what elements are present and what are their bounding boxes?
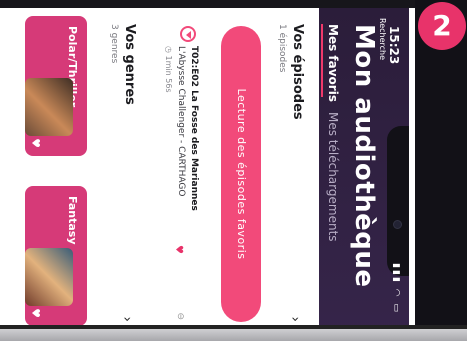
step-number-badge: 2 <box>418 2 466 50</box>
status-time: 15:23 <box>387 26 401 65</box>
play-icon[interactable] <box>180 26 196 42</box>
episode-subtitle: L'Abysse Challenger - CARTHAGO <box>176 46 186 197</box>
chevron-right-icon[interactable]: › <box>287 316 303 322</box>
heart-icon[interactable]: ♥ <box>29 308 42 318</box>
episodes-section-title: Vos épisodes <box>290 24 305 120</box>
play-favorite-episodes-button[interactable]: Lecture des épisodes favoris <box>221 26 261 322</box>
stage: 15:23 Recherche ▮▮▮ ◠ ▭ Mon audiothèque … <box>0 0 467 341</box>
download-icon[interactable]: ⊖ <box>175 312 185 320</box>
episode-title[interactable]: T02:E02 La Fosse des Mariannes <box>189 46 199 211</box>
camera-icon <box>393 220 402 229</box>
genre-card-fantasy[interactable]: Fantasy ♥ <box>25 186 87 326</box>
episodes-count: 1 épisodes <box>277 24 287 73</box>
tab-downloads[interactable]: Mes téléchargements <box>326 112 340 242</box>
phone-screen: 15:23 Recherche ▮▮▮ ◠ ▭ Mon audiothèque … <box>0 8 409 341</box>
chevron-right-icon[interactable]: › <box>119 316 135 322</box>
clock-icon: ◷ <box>164 46 173 56</box>
back-to-search-link[interactable]: Recherche <box>378 18 387 60</box>
genres-section-title: Vos genres <box>122 24 137 105</box>
heart-icon[interactable]: ♥ <box>29 138 42 148</box>
notch <box>387 126 409 276</box>
genre-artwork <box>25 78 73 136</box>
episode-duration: ◷ 1min 56s <box>164 46 173 93</box>
phone-frame-top <box>0 0 467 8</box>
active-tab-indicator <box>321 24 323 97</box>
genre-artwork <box>25 248 73 306</box>
status-icons: ▮▮▮ ◠ ▭ <box>391 263 401 314</box>
phone-frame-right <box>415 0 467 341</box>
phone-frame-bottom <box>0 329 467 341</box>
tab-favorites[interactable]: Mes favoris <box>326 24 340 102</box>
genres-count: 3 genres <box>109 24 119 64</box>
page-title: Mon audiothèque <box>349 24 379 288</box>
header: 15:23 Recherche ▮▮▮ ◠ ▭ Mon audiothèque … <box>319 8 409 341</box>
episode-duration-value: 1min 56s <box>164 55 173 93</box>
heart-icon[interactable]: ♥ <box>173 245 184 254</box>
genre-card-polar-thriller[interactable]: Polar/Thriller ♥ <box>25 16 87 156</box>
genre-name: Fantasy <box>66 196 79 245</box>
